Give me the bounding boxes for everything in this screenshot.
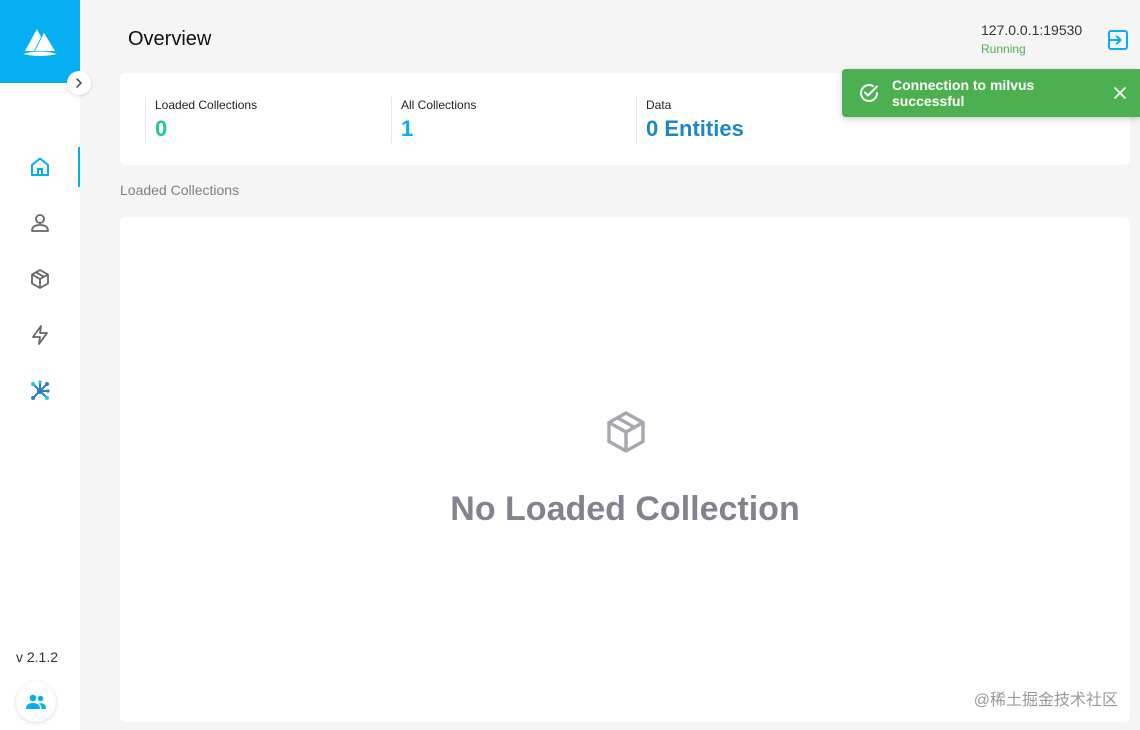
logout-button[interactable]	[1105, 27, 1131, 53]
stat-data: Data 0 Entities	[636, 97, 744, 143]
chevron-right-icon	[76, 78, 83, 88]
version-label: v 2.1.2	[15, 649, 59, 665]
logo[interactable]	[0, 0, 80, 83]
check-circle-icon	[858, 82, 880, 104]
people-icon	[26, 694, 46, 709]
app-root: v 2.1.2 Overview 127.0.0.1:19530 Running…	[0, 0, 1140, 730]
stat-all-collections: All Collections 1	[391, 97, 476, 143]
sidebar-item-users[interactable]	[0, 195, 80, 251]
connection-status: Running	[981, 42, 1026, 56]
stat-label: All Collections	[401, 98, 477, 112]
network-icon	[31, 380, 50, 400]
stat-value: 0	[155, 116, 168, 141]
sidebar-item-system[interactable]	[0, 363, 80, 419]
loaded-collections-panel: No Loaded Collection @稀土掘金技术社区	[120, 217, 1130, 722]
connection-info: 127.0.0.1:19530 Running	[981, 22, 1082, 56]
success-toast: Connection to milvus successful	[842, 69, 1140, 117]
home-icon	[31, 157, 49, 176]
toast-close-button[interactable]	[1106, 79, 1134, 107]
stat-value: 0 Entities	[646, 116, 744, 141]
sidebar-item-search[interactable]	[0, 307, 80, 363]
watermark: @稀土掘金技术社区	[973, 692, 1118, 709]
stat-loaded-collections: Loaded Collections 0	[145, 97, 257, 143]
logout-icon	[1108, 30, 1128, 50]
page-title: Overview	[128, 28, 212, 50]
cube-icon	[31, 269, 49, 289]
sidebar-expand-button[interactable]	[67, 71, 91, 95]
user-icon	[31, 214, 49, 232]
sidebar: v 2.1.2	[0, 0, 91, 730]
connection-address: 127.0.0.1:19530	[981, 22, 1083, 38]
sidebar-nav	[0, 139, 80, 419]
close-icon	[1114, 87, 1126, 99]
stat-label: Data	[646, 98, 672, 112]
empty-state-text: No Loaded Collection	[450, 490, 800, 528]
sidebar-item-home[interactable]	[0, 139, 80, 195]
user-management-button[interactable]	[16, 682, 56, 722]
toast-message: Connection to milvus successful	[892, 77, 1035, 109]
sidebar-item-collections[interactable]	[0, 251, 80, 307]
cube-icon	[607, 411, 645, 453]
lightning-icon	[32, 325, 48, 345]
milvus-logo-icon	[23, 28, 57, 56]
stat-label: Loaded Collections	[155, 98, 258, 112]
stat-value: 1	[401, 116, 414, 141]
section-label: Loaded Collections	[120, 182, 240, 198]
